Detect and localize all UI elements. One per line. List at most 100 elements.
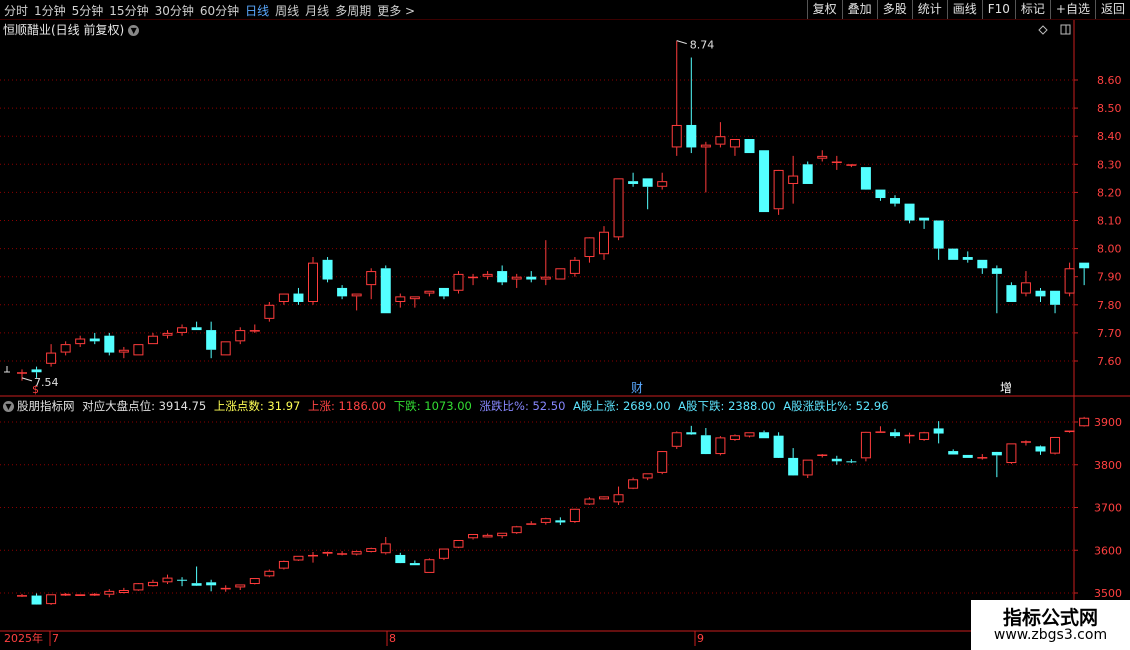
candle-body	[133, 344, 144, 356]
period-tab-2[interactable]: 5分钟	[72, 4, 104, 18]
period-tab-0[interactable]: 分时	[4, 4, 28, 18]
period-tab-1[interactable]: 1分钟	[34, 4, 66, 18]
sub-candle	[555, 517, 566, 526]
period-tab-3[interactable]: 15分钟	[109, 4, 148, 18]
candle-body	[511, 276, 522, 280]
toolbar-button-6[interactable]: 标记	[1014, 0, 1050, 19]
candle-body	[671, 432, 682, 447]
sub-candle	[1006, 443, 1017, 464]
sub-candle	[133, 583, 144, 591]
candle-body	[613, 494, 624, 503]
candle-body	[540, 518, 551, 523]
indicator-field-7: A股涨跌比%: 52.96	[779, 399, 889, 413]
chevron-down-icon[interactable]: ▼	[128, 25, 140, 36]
main-candle	[424, 290, 435, 297]
sub-candle	[526, 521, 537, 525]
main-candle	[1020, 271, 1031, 297]
sub-candle	[569, 508, 580, 523]
indicator-field-4: 涨跌比%: 52.50	[475, 399, 566, 413]
main-candle	[759, 150, 770, 213]
period-tab-9[interactable]: 多周期	[335, 4, 371, 18]
sub-candle	[409, 560, 420, 566]
candle-body	[75, 338, 86, 345]
candle-body	[133, 583, 144, 591]
candle-body	[118, 349, 129, 353]
period-tab-4[interactable]: 30分钟	[155, 4, 194, 18]
sub-candle	[599, 496, 609, 500]
period-tab-6[interactable]: 日线	[245, 4, 269, 18]
sub-candle	[46, 594, 57, 605]
toolbar-button-3[interactable]: 统计	[911, 0, 947, 19]
main-candle	[118, 346, 129, 359]
sub-candle	[759, 430, 770, 439]
main-candle	[875, 189, 886, 201]
main-candle	[846, 164, 857, 168]
dollar-marker: $	[32, 383, 39, 396]
candle-body	[715, 136, 726, 145]
period-tab-10[interactable]: 更多 >	[377, 4, 415, 18]
main-candle	[1050, 290, 1061, 314]
toolbar-button-5[interactable]: F10	[981, 0, 1015, 19]
finance-marker: 财	[631, 381, 643, 395]
candle-body	[948, 451, 959, 455]
candle-body	[1079, 262, 1090, 269]
toolbar-button-1[interactable]: 叠加	[841, 0, 877, 19]
candle-body	[191, 583, 202, 586]
sub-candle	[453, 539, 464, 549]
main-candle	[744, 139, 755, 154]
candle-body	[599, 496, 609, 500]
chart-canvas[interactable]: 7.60 7.70 7.80 7.90 8.00 8.10 8.20 8.30 8.40 8.50…	[0, 0, 1130, 650]
candle-body	[933, 220, 944, 249]
main-candle	[278, 293, 289, 305]
candle-body	[904, 434, 915, 437]
candle-body	[1035, 290, 1046, 297]
indicator-name: 股朋指标网	[17, 399, 75, 413]
indicator-info-line: ▼ 股朋指标网 对应大盘点位: 3914.75 上涨点数: 31.97 上涨: 1…	[3, 398, 897, 414]
candle-body	[773, 169, 784, 210]
candle-body	[919, 432, 930, 440]
sub-candle	[75, 594, 86, 596]
main-candle	[409, 296, 420, 308]
main-candle	[206, 321, 217, 359]
toolbar-button-2[interactable]: 多股	[876, 0, 912, 19]
sub-candle	[351, 550, 362, 556]
period-tab-8[interactable]: 月线	[305, 4, 329, 18]
chevron-down-icon[interactable]: ▼	[3, 401, 14, 412]
toolbar-button-0[interactable]: 复权	[806, 0, 842, 19]
candle-body	[366, 548, 377, 552]
candle-body	[220, 341, 231, 356]
main-candle	[788, 155, 799, 204]
main-tick-label: 8.50	[1097, 102, 1122, 115]
candle-body	[1079, 417, 1090, 427]
candle-body	[846, 164, 857, 166]
candle-body	[831, 161, 842, 163]
toolbar-button-7[interactable]: +自选	[1049, 0, 1095, 19]
high-pointer	[676, 40, 687, 45]
sub-candle	[104, 589, 115, 598]
sub-candle	[118, 587, 129, 594]
main-candle	[1006, 282, 1017, 302]
toolbar-button-8[interactable]: 返回	[1094, 0, 1130, 19]
candle-body	[991, 451, 1002, 456]
indicator-field-2: 上涨: 1186.00	[304, 399, 387, 413]
sub-chart-grid	[0, 421, 1074, 594]
sub-candle	[540, 517, 551, 525]
watermark-url: www.zbgs3.com	[993, 627, 1108, 643]
period-tabs: 分时 1分钟 5分钟 15分钟 30分钟 60分钟 日线 周线 月线 多周期 更多 >	[4, 2, 421, 19]
main-candle	[729, 139, 740, 156]
period-tab-7[interactable]: 周线	[275, 4, 299, 18]
main-candle	[293, 287, 304, 305]
sub-candle	[497, 532, 508, 539]
toolbar-button-4[interactable]: 画线	[946, 0, 982, 19]
candle-body	[802, 164, 813, 184]
period-tab-5[interactable]: 60分钟	[200, 4, 239, 18]
indicator-field-6: A股下跌: 2388.00	[674, 399, 776, 413]
main-candle	[584, 237, 595, 263]
sub-candle	[628, 477, 639, 490]
candle-body	[1006, 443, 1017, 464]
sub-candle	[729, 434, 740, 441]
main-tick-label: 8.60	[1097, 74, 1122, 87]
main-candle	[31, 366, 42, 378]
main-candle	[671, 40, 682, 156]
candle-body	[395, 554, 406, 564]
